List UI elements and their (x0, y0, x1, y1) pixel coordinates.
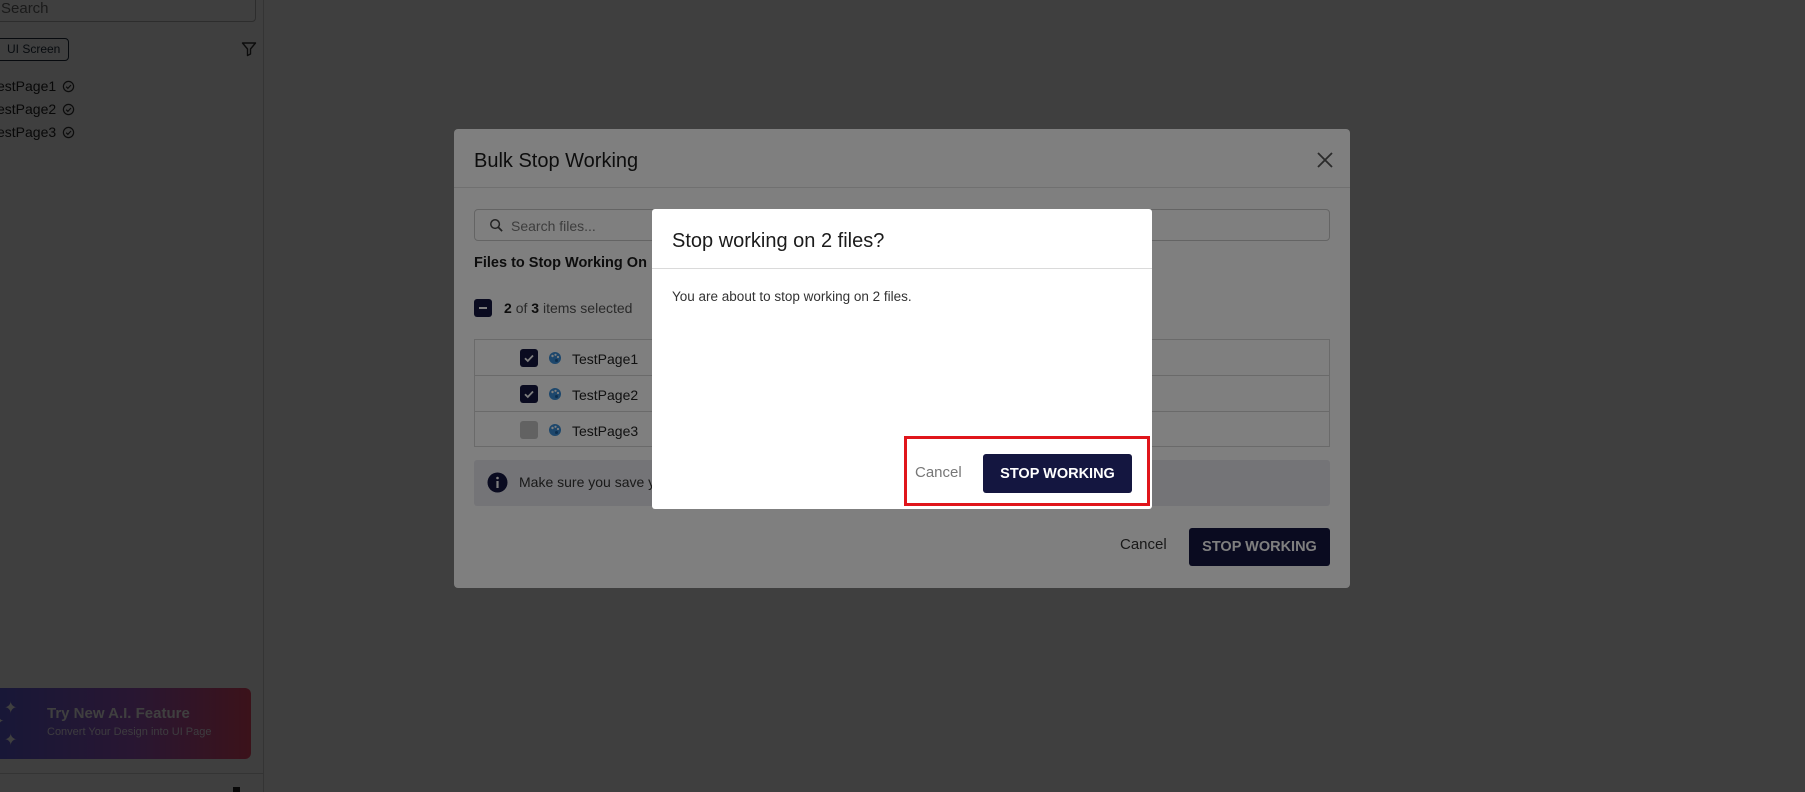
confirm-dialog-body: You are about to stop working on 2 files… (672, 289, 912, 304)
confirm-cancel-button[interactable]: Cancel (915, 464, 962, 481)
confirm-stop-working-button[interactable]: STOP WORKING (983, 454, 1132, 493)
confirm-dialog-header: Stop working on 2 files? (652, 209, 1152, 269)
confirm-dialog-title: Stop working on 2 files? (672, 230, 885, 252)
